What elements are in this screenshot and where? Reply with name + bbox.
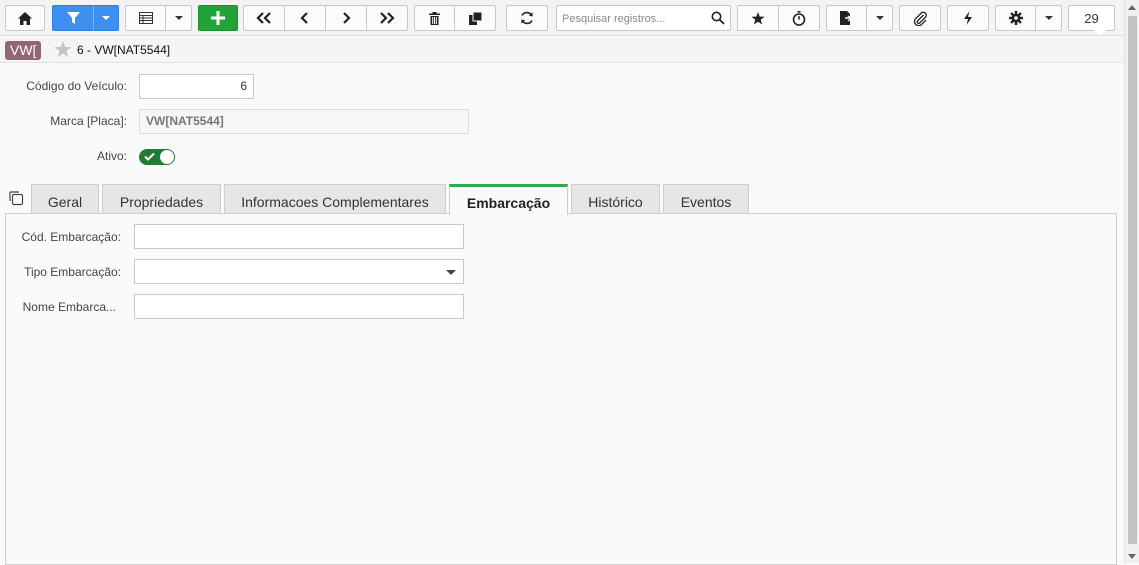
add-record-button[interactable]: [198, 5, 238, 31]
tab-geral[interactable]: Geral: [31, 184, 99, 214]
prev-icon: [300, 12, 308, 24]
view-dropdown-button[interactable]: [165, 5, 192, 31]
home-icon: [18, 11, 32, 25]
copy-icon: [468, 11, 482, 25]
nome-embarcacao-label: Nome Embarca...: [22, 300, 116, 314]
tab-propriedades[interactable]: Propriedades: [102, 184, 221, 214]
record-count: 29: [1068, 5, 1115, 36]
search-icon[interactable]: [711, 11, 725, 25]
tab-eventos[interactable]: Eventos: [663, 184, 749, 214]
record-badge: VW[: [5, 41, 42, 60]
bolt-icon: [964, 11, 972, 25]
nome-embarcacao-input[interactable]: [141, 295, 457, 318]
export-button[interactable]: [826, 5, 867, 31]
actions-button[interactable]: [947, 5, 989, 31]
vertical-scrollbar[interactable]: [1124, 0, 1139, 563]
filter-icon: [66, 11, 80, 24]
attachments-button[interactable]: [899, 5, 941, 31]
marca-field: VW[NAT5544]: [139, 109, 469, 134]
view-table-button[interactable]: [125, 5, 166, 31]
toggle-knob: [160, 150, 174, 164]
chevron-down-icon: [174, 16, 183, 20]
tipo-embarcacao-label: Tipo Embarcação:: [24, 265, 121, 279]
chevron-down-icon: [102, 16, 110, 20]
codigo-field[interactable]: 6: [139, 74, 254, 99]
filter-dropdown-button[interactable]: [93, 5, 119, 31]
first-record-button[interactable]: [243, 5, 285, 31]
chevron-down-icon: [875, 16, 884, 20]
tipo-embarcacao-select[interactable]: [134, 259, 464, 284]
ativo-label: Ativo:: [96, 149, 127, 163]
favorite-button[interactable]: [737, 5, 779, 31]
last-record-button[interactable]: [366, 5, 408, 31]
scrollbar-thumb[interactable]: [1128, 16, 1137, 544]
chevron-down-icon: [446, 270, 456, 275]
next-record-button[interactable]: [325, 5, 367, 31]
check-icon: [144, 152, 155, 161]
last-icon: [380, 12, 395, 24]
prev-record-button[interactable]: [284, 5, 326, 31]
toolbar: 29: [0, 0, 1124, 36]
cod-embarcacao-label: Cód. Embarcação:: [21, 230, 121, 244]
codigo-value: 6: [240, 79, 247, 93]
chevron-down-icon: [1044, 16, 1053, 20]
record-title: 6 - VW[NAT5544]: [77, 43, 171, 57]
settings-dropdown-button[interactable]: [1035, 5, 1062, 31]
scroll-down-icon[interactable]: [1128, 554, 1136, 559]
scroll-up-icon[interactable]: [1128, 5, 1136, 10]
first-icon: [256, 12, 271, 24]
paperclip-icon: [913, 11, 927, 26]
gear-icon: [1008, 11, 1023, 25]
marca-label: Marca [Placa]:: [50, 114, 127, 128]
search-input[interactable]: [560, 10, 708, 27]
cod-embarcacao-field[interactable]: [134, 224, 464, 249]
stopwatch-icon: [792, 10, 806, 26]
duplicate-button[interactable]: [454, 5, 496, 31]
next-icon: [343, 12, 351, 24]
refresh-button[interactable]: [506, 5, 548, 31]
search-box: [556, 5, 731, 31]
delete-button[interactable]: [414, 5, 455, 31]
refresh-icon: [521, 11, 533, 25]
star-icon: [751, 11, 765, 24]
timer-button[interactable]: [778, 5, 820, 31]
cod-embarcacao-input[interactable]: [141, 225, 457, 248]
tab-informacoes-complementares[interactable]: Informacoes Complementares: [224, 184, 446, 214]
marca-value: VW[NAT5544]: [146, 114, 224, 128]
duplicate-tabs-icon[interactable]: [8, 190, 24, 206]
settings-button[interactable]: [995, 5, 1036, 31]
trash-icon: [429, 11, 440, 25]
tab-embarcacao[interactable]: Embarcação: [449, 184, 568, 215]
nome-embarcacao-field[interactable]: [134, 294, 464, 319]
plus-icon: [211, 11, 225, 25]
export-icon: [840, 11, 853, 25]
filter-button[interactable]: [52, 5, 94, 31]
record-header: VW[ 6 - VW[NAT5544]: [0, 37, 1124, 63]
favorite-star-icon[interactable]: [54, 41, 72, 58]
table-icon: [138, 12, 153, 24]
home-button[interactable]: [5, 5, 45, 31]
ativo-toggle[interactable]: [139, 149, 175, 165]
codigo-label: Código do Veículo:: [26, 79, 127, 93]
export-dropdown-button[interactable]: [866, 5, 893, 31]
tab-historico[interactable]: Histórico: [571, 184, 660, 214]
